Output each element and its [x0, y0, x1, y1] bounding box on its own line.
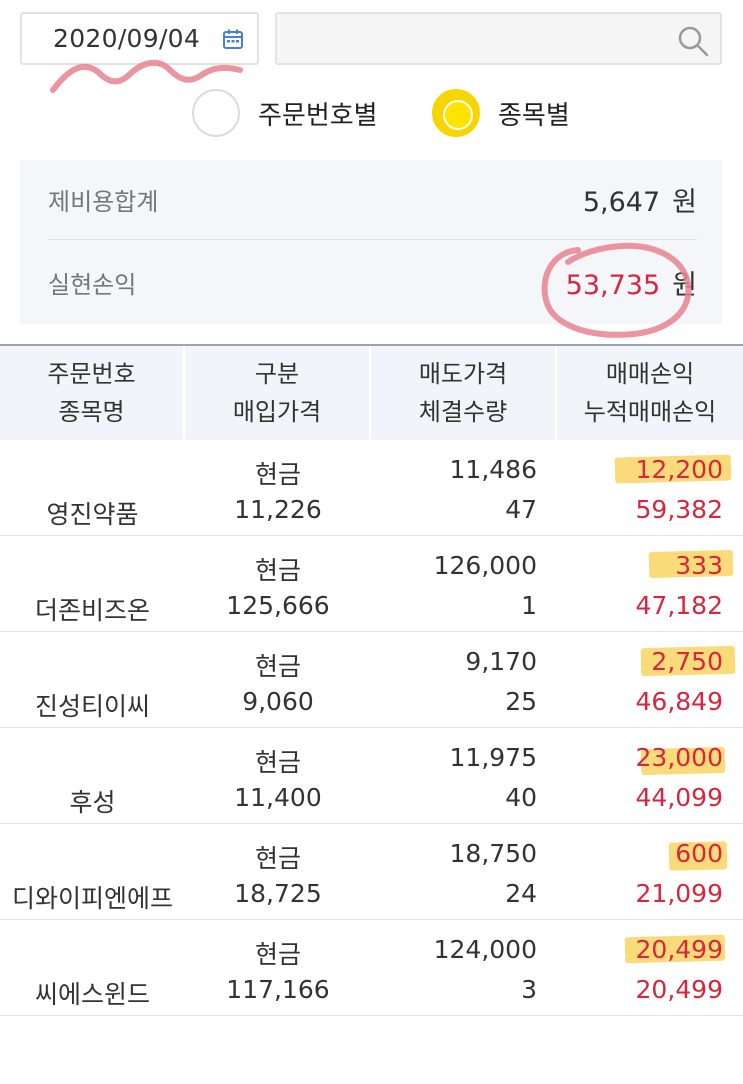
- fee-unit: 원: [672, 187, 697, 218]
- stock-name: 디와이피엔에프: [11, 884, 173, 913]
- quantity: 40: [505, 783, 537, 812]
- buy-price: 11,226: [234, 495, 322, 524]
- date-value: 2020/09/04: [53, 24, 201, 53]
- trade-type: 현금: [254, 652, 301, 681]
- table-header: 주문번호 종목명 구분 매입가격 매도가격 체결수량 매매손익 누적매매손익: [0, 344, 743, 440]
- buy-price: 125,666: [226, 591, 330, 620]
- stock-name: 진성티이씨: [34, 692, 150, 721]
- header-order-name: 주문번호 종목명: [0, 346, 185, 440]
- table-row[interactable]: 씨에스윈드 현금 117,166 124,000 3 20,499 20,499: [0, 920, 743, 1016]
- header-line: 구분: [254, 360, 300, 388]
- header-type-buyprice: 구분 매입가격: [185, 346, 371, 440]
- radio-label-item: 종목별: [498, 100, 570, 131]
- table-row[interactable]: 진성티이씨 현금 9,060 9,170 25 2,750 46,849: [0, 632, 743, 728]
- table-row[interactable]: 영진약품 현금 11,226 11,486 47 12,200 59,382: [0, 440, 743, 536]
- cumulative-pnl: 20,499: [635, 975, 723, 1004]
- table-row[interactable]: 후성 현금 11,400 11,975 40 23,000 44,099: [0, 728, 743, 824]
- summary-row-fee: 제비용합계 5,647 원: [48, 160, 697, 240]
- trade-type: 현금: [254, 460, 301, 489]
- date-picker[interactable]: 2020/09/04: [20, 12, 259, 65]
- quantity: 47: [505, 495, 537, 524]
- quantity: 1: [521, 591, 537, 620]
- search-icon[interactable]: [676, 24, 710, 58]
- radio-circle-order[interactable]: [192, 89, 240, 137]
- buy-price: 9,060: [242, 687, 314, 716]
- sell-price: 126,000: [433, 551, 537, 580]
- trade-table: 주문번호 종목명 구분 매입가격 매도가격 체결수량 매매손익 누적매매손익 영…: [0, 344, 743, 1016]
- pnl-value: 53,735 원: [566, 263, 697, 302]
- fee-label: 제비용합계: [48, 188, 159, 216]
- buy-price: 18,725: [234, 879, 322, 908]
- cumulative-pnl: 21,099: [635, 879, 723, 908]
- trade-pnl: 600: [675, 839, 723, 868]
- quantity: 25: [505, 687, 537, 716]
- pnl-amount: 53,735: [565, 269, 661, 301]
- quantity: 24: [505, 879, 537, 908]
- trade-pnl: 333: [675, 551, 723, 580]
- stock-name: 영진약품: [46, 500, 139, 529]
- fee-value: 5,647 원: [583, 180, 697, 219]
- trade-type: 현금: [254, 748, 301, 777]
- summary-row-pnl: 실현손익 53,735 원: [48, 242, 697, 322]
- calendar-icon[interactable]: [222, 28, 244, 50]
- sell-price: 9,170: [465, 647, 537, 676]
- header-line: 종목명: [58, 398, 125, 426]
- trade-type: 현금: [254, 844, 301, 873]
- trade-pnl: 2,750: [651, 647, 723, 676]
- table-row[interactable]: 더존비즈온 현금 125,666 126,000 1 333 47,182: [0, 536, 743, 632]
- sell-price: 124,000: [433, 935, 537, 964]
- header-line: 매입가격: [232, 398, 322, 426]
- sell-price: 11,975: [449, 743, 537, 772]
- cumulative-pnl: 59,382: [635, 495, 723, 524]
- fee-amount: 5,647: [582, 187, 661, 218]
- stock-name: 후성: [69, 788, 116, 817]
- stock-name: 씨에스윈드: [34, 980, 150, 1009]
- stock-name: 더존비즈온: [34, 596, 150, 625]
- radio-by-order[interactable]: 주문번호별: [192, 88, 378, 138]
- cumulative-pnl: 46,849: [635, 687, 723, 716]
- trade-pnl: 12,200: [635, 455, 723, 484]
- trade-type: 현금: [254, 940, 301, 969]
- table-row[interactable]: 디와이피엔에프 현금 18,725 18,750 24 600 21,099: [0, 824, 743, 920]
- radio-by-item[interactable]: 종목별: [432, 88, 570, 138]
- cumulative-pnl: 47,182: [635, 591, 723, 620]
- trade-pnl: 23,000: [635, 743, 723, 772]
- quantity: 3: [521, 975, 537, 1004]
- cumulative-pnl: 44,099: [635, 783, 723, 812]
- buy-price: 11,400: [234, 783, 322, 812]
- header-pnl-cumpnl: 매매손익 누적매매손익: [557, 346, 743, 440]
- header-sellprice-qty: 매도가격 체결수량: [371, 346, 557, 440]
- radio-circle-item-selected[interactable]: [432, 89, 480, 137]
- header-line: 체결수량: [418, 398, 508, 426]
- pnl-label: 실현손익: [48, 270, 137, 299]
- summary-panel: 제비용합계 5,647 원 실현손익 53,735 원: [20, 160, 722, 324]
- sell-price: 18,750: [449, 839, 537, 868]
- header-line: 매도가격: [418, 360, 508, 388]
- buy-price: 117,166: [226, 975, 330, 1004]
- search-input[interactable]: [275, 12, 722, 65]
- header-line: 누적매매손익: [583, 398, 717, 426]
- trade-type: 현금: [254, 556, 301, 585]
- sell-price: 11,486: [449, 455, 537, 484]
- radio-label-order: 주문번호별: [258, 100, 378, 131]
- header-line: 주문번호: [47, 360, 136, 388]
- pnl-unit: 원: [672, 269, 697, 301]
- trade-pnl: 20,499: [635, 935, 723, 964]
- header-line: 매매손익: [605, 360, 695, 388]
